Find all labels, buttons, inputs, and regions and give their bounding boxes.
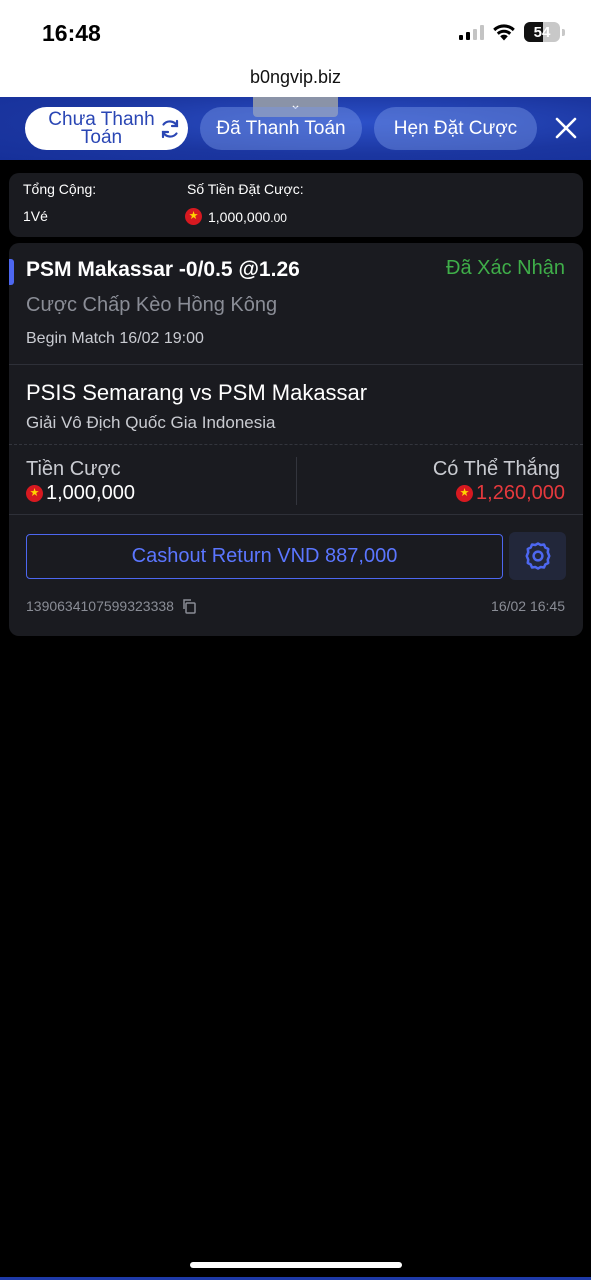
battery-icon: 54	[524, 22, 560, 42]
divider	[9, 364, 583, 365]
amount-label: Số Tiền Đặt Cược:	[187, 181, 304, 197]
status-badge: Đã Xác Nhận	[446, 257, 565, 279]
battery-tip	[562, 28, 565, 36]
total-value: 1Vé	[23, 208, 48, 224]
close-icon[interactable]	[551, 113, 581, 143]
copy-icon[interactable]	[181, 598, 197, 614]
dashed-divider	[9, 444, 583, 445]
home-indicator[interactable]	[190, 1262, 402, 1268]
vietnam-flag-icon	[185, 208, 202, 225]
begin-time: 16/02 19:00	[119, 330, 204, 347]
bet-market-type: Cược Chấp Kèo Hồng Kông	[26, 294, 278, 316]
cellular-signal-icon	[459, 24, 484, 40]
match-start: Begin Match 16/02 19:00	[26, 330, 204, 348]
vietnam-flag-icon	[456, 485, 474, 502]
potential-win-value: 1,260,000	[456, 482, 565, 505]
tab-scheduled-bets-label: Hẹn Đặt Cược	[393, 117, 518, 139]
tab-settled[interactable]: Đã Thanh Toán	[200, 107, 362, 150]
selection-accent	[9, 259, 14, 285]
stake-value: 1,000,000	[26, 482, 135, 505]
cashout-button[interactable]: Cashout Return VND 887,000	[26, 534, 503, 579]
stake-label: Tiền Cược	[26, 458, 121, 480]
status-time: 16:48	[42, 20, 101, 46]
cashout-settings-button[interactable]	[509, 532, 566, 580]
bet-summary: Tổng Cộng: 1Vé Số Tiền Đặt Cược: 1,000,0…	[9, 173, 583, 237]
amount-main: 1,000,000.00	[208, 208, 287, 225]
ticket-id-text: 1390634107599323338	[26, 598, 174, 614]
wifi-icon	[493, 24, 515, 41]
vertical-divider	[296, 457, 297, 505]
stake-amount: 1,000,000	[46, 482, 135, 504]
tab-settled-label: Đã Thanh Toán	[216, 117, 346, 139]
potential-win-amount: 1,260,000	[476, 482, 565, 504]
bet-card: PSM Makassar -0/0.5 @1.26 Đã Xác Nhận Cư…	[9, 243, 583, 636]
ticket-id: 1390634107599323338	[26, 598, 197, 614]
tab-scheduled-bets[interactable]: Hẹn Đặt Cược	[374, 107, 537, 150]
league-name: Giải Vô Địch Quốc Gia Indonesia	[26, 413, 276, 432]
status-icons: 54	[459, 22, 565, 42]
vietnam-flag-icon	[26, 485, 43, 502]
match-name: PSIS Semarang vs PSM Makassar	[26, 380, 368, 405]
potential-win-label: Có Thể Thắng	[432, 458, 560, 480]
ticket-time: 16/02 16:45	[491, 598, 565, 614]
total-count: 1Vé	[23, 208, 48, 224]
divider	[9, 514, 583, 515]
begin-label: Begin Match	[26, 330, 115, 347]
bet-tabs-header: ⌄ Chưa Thanh Toán Đã Thanh Toán Hẹn Đặt …	[0, 97, 591, 160]
amount-value: 1,000,000.00	[185, 208, 287, 225]
url-bar[interactable]: b0ngvip.biz	[0, 62, 591, 97]
status-bar: 16:48 54	[0, 0, 591, 62]
tab-unsettled-label: Chưa Thanh Toán	[48, 108, 155, 148]
battery-level: 54	[533, 23, 551, 41]
url-text: b0ngvip.biz	[249, 67, 342, 87]
total-label: Tổng Cộng:	[23, 181, 97, 197]
tab-unsettled[interactable]: Chưa Thanh Toán	[25, 107, 188, 150]
gear-icon	[525, 542, 550, 570]
refresh-icon[interactable]	[158, 117, 182, 141]
bet-selection: PSM Makassar -0/0.5 @1.26	[26, 258, 300, 281]
